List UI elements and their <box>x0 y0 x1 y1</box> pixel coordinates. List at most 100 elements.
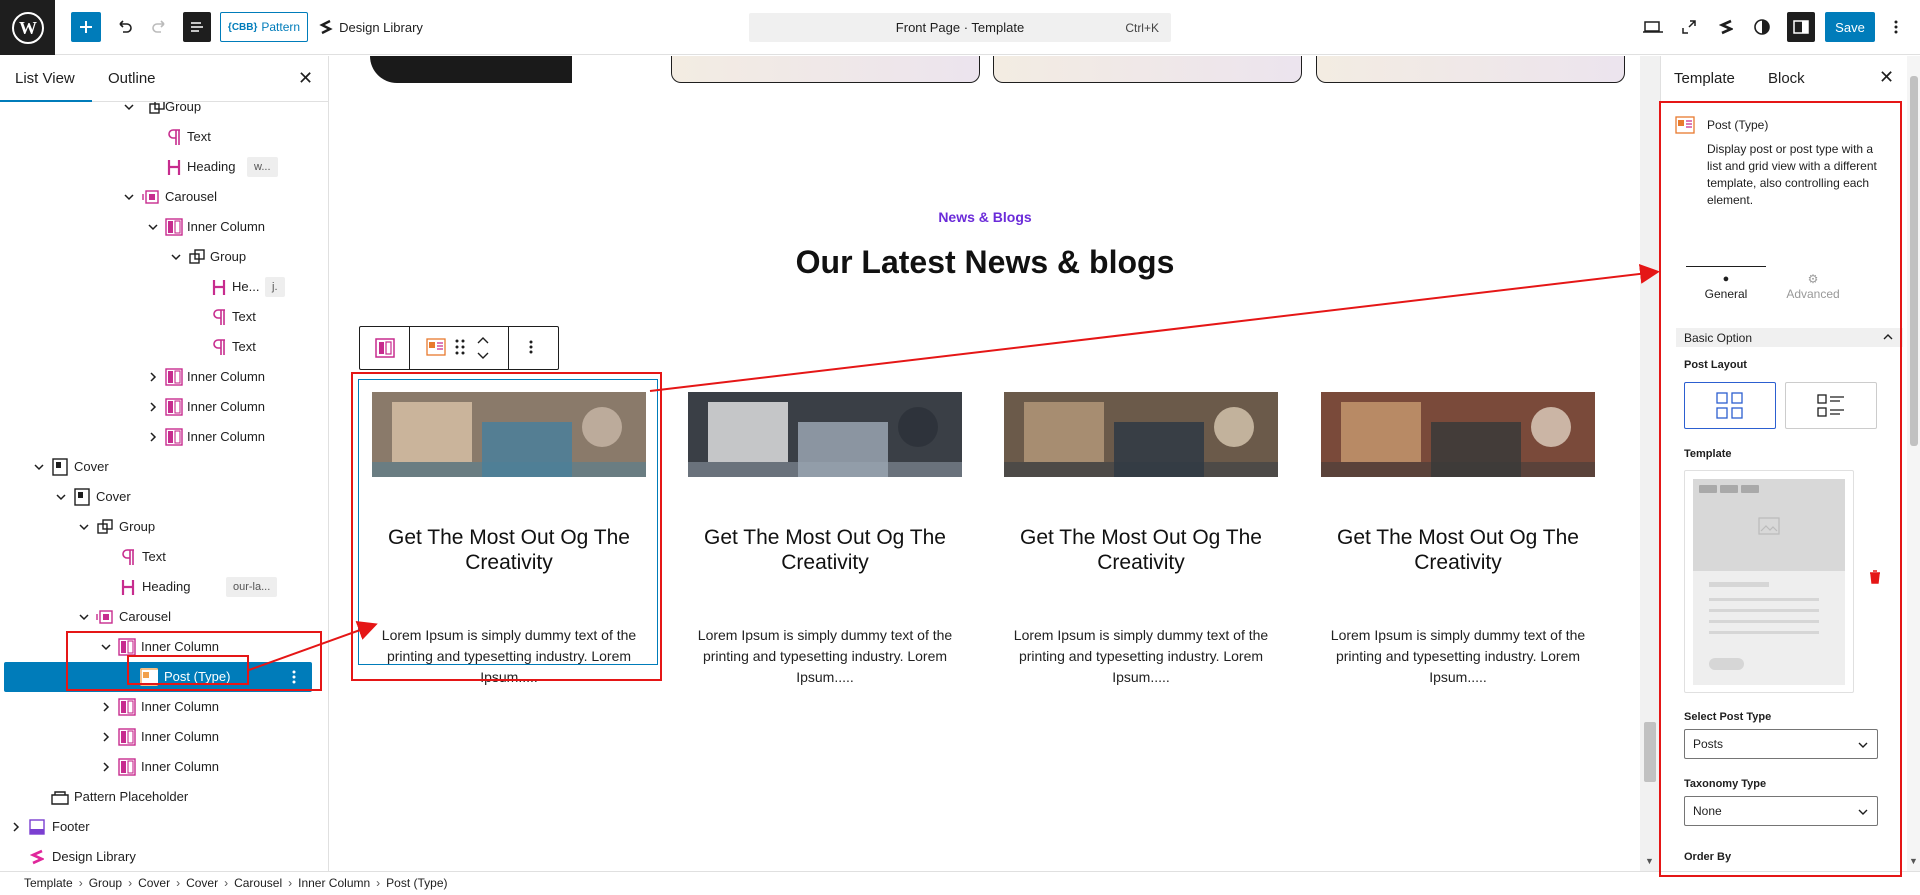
list-view-item[interactable]: Inner Column <box>0 212 328 242</box>
settings-scrollbar[interactable]: ▼ <box>1907 56 1920 871</box>
breadcrumb-item[interactable]: Template <box>24 876 73 890</box>
scroll-down-arrow[interactable]: ▼ <box>1645 856 1654 866</box>
list-view-item[interactable]: Cover <box>0 452 328 482</box>
tab-general[interactable]: ● General <box>1686 266 1766 310</box>
chevron-right-icon[interactable] <box>147 431 159 443</box>
close-icon[interactable]: ✕ <box>298 68 313 89</box>
list-view-item[interactable]: Text <box>0 302 328 332</box>
save-button[interactable]: Save <box>1825 12 1875 42</box>
close-icon[interactable]: ✕ <box>1879 67 1894 88</box>
section-eyebrow[interactable]: News & Blogs <box>330 209 1640 225</box>
post-type-block-button[interactable] <box>424 335 448 359</box>
block-options-button[interactable] <box>529 339 533 360</box>
drag-handle[interactable] <box>454 337 466 362</box>
preview-device-button[interactable] <box>1640 12 1666 42</box>
post-title[interactable]: Get The Most Out Og The Creativity <box>1321 525 1595 575</box>
tab-template[interactable]: Template <box>1674 70 1735 87</box>
tab-list-view[interactable]: List View <box>15 70 75 87</box>
tab-advanced[interactable]: ⚙ Advanced <box>1773 266 1853 310</box>
breadcrumb-item[interactable]: Cover <box>138 876 170 890</box>
breadcrumb-item[interactable]: Inner Column <box>298 876 370 890</box>
chevron-down-icon[interactable] <box>147 221 159 233</box>
chevron-down-icon <box>1858 809 1868 815</box>
design-library-button[interactable]: Design Library <box>316 12 426 42</box>
chevron-down-icon[interactable] <box>33 461 45 473</box>
chevron-right-icon[interactable] <box>100 761 112 773</box>
list-view-item[interactable]: Pattern Placeholder <box>0 782 328 812</box>
command-palette-button[interactable]: Front Page · Template Ctrl+K <box>749 13 1171 42</box>
post-title[interactable]: Get The Most Out Og The Creativity <box>688 525 962 575</box>
more-vertical-icon[interactable] <box>292 669 296 688</box>
list-view-item[interactable]: Inner Column <box>0 692 328 722</box>
breadcrumb-item[interactable]: Carousel <box>234 876 282 890</box>
list-layout-option[interactable] <box>1785 382 1877 429</box>
chevron-down-icon[interactable] <box>78 521 90 533</box>
chevron-down-icon[interactable] <box>170 251 182 263</box>
list-view-item[interactable]: Carousel <box>0 182 328 212</box>
move-down-button[interactable] <box>476 349 490 367</box>
undo-button[interactable] <box>110 12 138 42</box>
list-view-item[interactable]: Carousel <box>0 602 328 632</box>
chevron-down-icon[interactable] <box>78 611 90 623</box>
list-view-item[interactable]: Inner Column <box>0 722 328 752</box>
list-view-item[interactable]: Heading our-la... <box>0 572 328 602</box>
post-title[interactable]: Get The Most Out Og The Creativity <box>372 525 646 575</box>
document-overview-button[interactable] <box>183 12 211 42</box>
list-view-item[interactable]: Inner Column <box>0 752 328 782</box>
list-view-item[interactable]: Text <box>0 332 328 362</box>
redo-button[interactable] <box>146 12 174 42</box>
canvas-scrollbar[interactable]: ▼ <box>1640 56 1660 871</box>
breadcrumb-item[interactable]: Post (Type) <box>386 876 447 890</box>
list-view-item[interactable]: Design Library <box>0 842 328 871</box>
section-heading[interactable]: Our Latest News & blogs <box>330 244 1640 281</box>
trash-icon[interactable] <box>1869 570 1881 584</box>
scrollbar-thumb[interactable] <box>1644 722 1656 782</box>
parent-block-button[interactable] <box>360 327 410 369</box>
tab-block[interactable]: Block <box>1768 70 1805 87</box>
list-view-item[interactable]: Heading w... <box>0 152 328 182</box>
list-view-item[interactable]: Group <box>0 242 328 272</box>
basic-option-header[interactable]: Basic Option <box>1676 328 1903 347</box>
chevron-right-icon[interactable] <box>100 731 112 743</box>
chevron-down-icon[interactable] <box>123 191 135 203</box>
list-view-item[interactable]: Inner Column <box>0 632 328 662</box>
post-type-select[interactable]: Posts <box>1684 729 1878 759</box>
add-block-button[interactable] <box>71 12 101 42</box>
chevron-right-icon[interactable] <box>147 401 159 413</box>
list-view-item[interactable]: Group <box>0 512 328 542</box>
list-view-item[interactable]: Inner Column <box>0 422 328 452</box>
breadcrumb-item[interactable]: Group <box>89 876 122 890</box>
wordpress-logo-icon[interactable]: W <box>0 0 55 55</box>
tab-outline[interactable]: Outline <box>108 70 156 87</box>
chevron-right-icon[interactable] <box>147 371 159 383</box>
top-card-fragment <box>671 56 980 83</box>
scroll-down-arrow[interactable]: ▼ <box>1909 856 1918 866</box>
chevron-down-icon[interactable] <box>55 491 67 503</box>
list-view-item[interactable]: Footer <box>0 812 328 842</box>
styles-button[interactable] <box>1749 12 1775 42</box>
list-view-item[interactable]: Post (Type) <box>4 662 312 692</box>
plus-icon <box>80 21 92 33</box>
list-view-item[interactable]: Group <box>0 102 328 122</box>
breadcrumb-item[interactable]: Cover <box>186 876 218 890</box>
chevron-right-icon[interactable] <box>100 701 112 713</box>
post-title[interactable]: Get The Most Out Og The Creativity <box>1004 525 1278 575</box>
list-view-item[interactable]: Inner Column <box>0 392 328 422</box>
template-thumbnail[interactable] <box>1684 470 1854 693</box>
pattern-button[interactable]: {CBB} Pattern <box>220 12 308 42</box>
chevron-down-icon[interactable] <box>123 102 135 113</box>
list-view-item[interactable]: He... j. <box>0 272 328 302</box>
list-view-item[interactable]: Inner Column <box>0 362 328 392</box>
chevron-down-icon[interactable] <box>100 641 112 653</box>
settings-scrollbar-thumb[interactable] <box>1910 76 1918 446</box>
options-menu-button[interactable] <box>1886 12 1906 42</box>
list-view-item[interactable]: Text <box>0 122 328 152</box>
list-view-item[interactable]: Cover <box>0 482 328 512</box>
grid-layout-option[interactable] <box>1684 382 1776 429</box>
list-view-item[interactable]: Text <box>0 542 328 572</box>
settings-button[interactable] <box>1787 12 1815 42</box>
design-library-toggle-button[interactable] <box>1713 12 1739 42</box>
taxonomy-select[interactable]: None <box>1684 796 1878 826</box>
view-page-button[interactable] <box>1676 12 1702 42</box>
chevron-right-icon[interactable] <box>10 821 22 833</box>
